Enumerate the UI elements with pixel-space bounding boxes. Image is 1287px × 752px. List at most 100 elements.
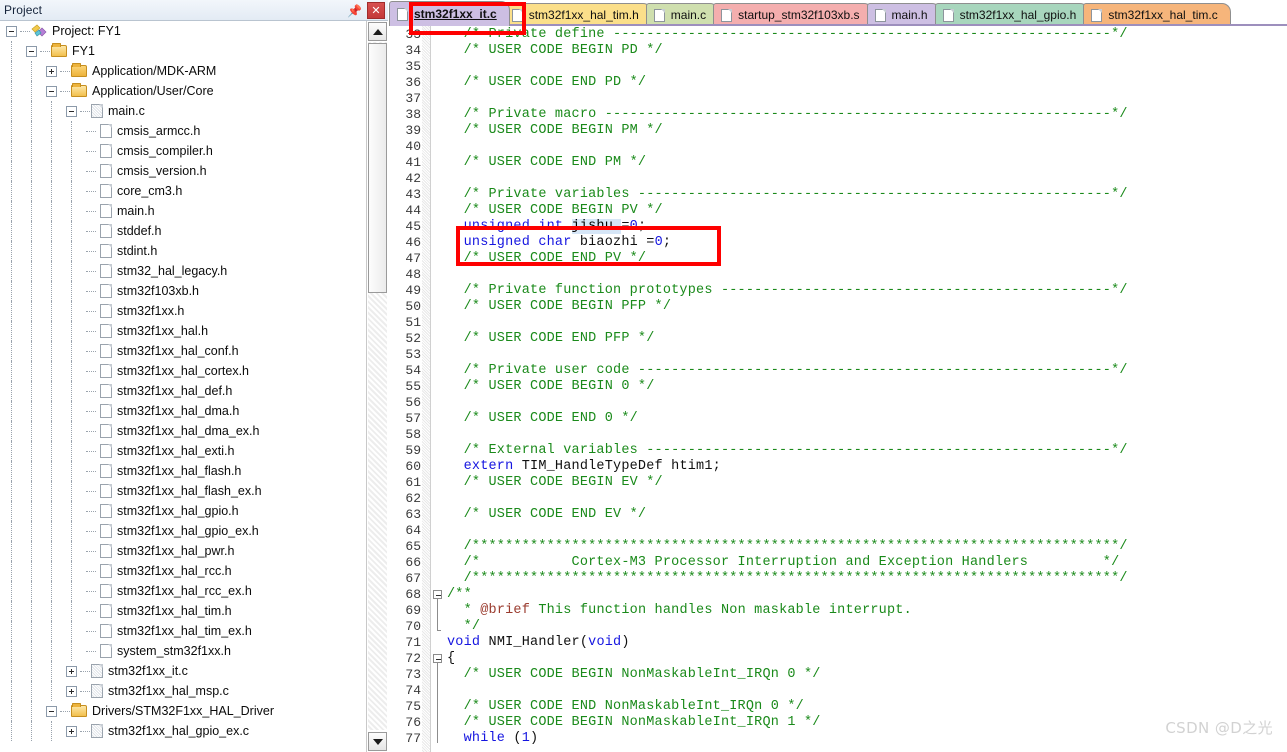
tree-item-stm32-hal-legacy-h[interactable]: stm32_hal_legacy.h: [0, 261, 366, 281]
pin-icon[interactable]: 📌: [347, 3, 362, 18]
tree-item-stm32f1xx-hal-rcc-h[interactable]: stm32f1xx_hal_rcc.h: [0, 561, 366, 581]
code-line[interactable]: 65 /************************************…: [389, 539, 1287, 555]
scroll-up-icon[interactable]: [368, 22, 387, 41]
code-text-area[interactable]: 33 /* Private define -------------------…: [389, 26, 1287, 752]
tree-item-stm32f1xx-hal-dma-h[interactable]: stm32f1xx_hal_dma.h: [0, 401, 366, 421]
code-line[interactable]: 42: [389, 171, 1287, 187]
tree-item-stdint-h[interactable]: stdint.h: [0, 241, 366, 261]
tree-item-stm32f1xx-hal-tim-h[interactable]: stm32f1xx_hal_tim.h: [0, 601, 366, 621]
tree-item-stm32f1xx-hal-flash-h[interactable]: stm32f1xx_hal_flash.h: [0, 461, 366, 481]
tree-item-stddef-h[interactable]: stddef.h: [0, 221, 366, 241]
tree-item-stm32f1xx-hal-msp-c[interactable]: stm32f1xx_hal_msp.c: [0, 681, 366, 701]
code-line[interactable]: 76 /* USER CODE BEGIN NonMaskableInt_IRQ…: [389, 715, 1287, 731]
tree-item-cmsis-armcc-h[interactable]: cmsis_armcc.h: [0, 121, 366, 141]
code-line[interactable]: 63 /* USER CODE END EV */: [389, 507, 1287, 523]
code-line[interactable]: 49 /* Private function prototypes ------…: [389, 283, 1287, 299]
code-line[interactable]: 34 /* USER CODE BEGIN PD */: [389, 43, 1287, 59]
code-line[interactable]: 61 /* USER CODE BEGIN EV */: [389, 475, 1287, 491]
code-line[interactable]: 44 /* USER CODE BEGIN PV */: [389, 203, 1287, 219]
code-line[interactable]: 77 while (1): [389, 731, 1287, 747]
tree-item-stm32f1xx-hal-rcc-ex-h[interactable]: stm32f1xx_hal_rcc_ex.h: [0, 581, 366, 601]
tree-item-main-c[interactable]: main.c: [0, 101, 366, 121]
close-icon[interactable]: ✕: [367, 2, 385, 19]
code-line[interactable]: 40: [389, 139, 1287, 155]
tree-item-main-h[interactable]: main.h: [0, 201, 366, 221]
editor-tab-stm32f1xx-it-c[interactable]: stm32f1xx_it.c: [389, 1, 510, 26]
collapse-icon[interactable]: [46, 85, 57, 97]
code-line[interactable]: 53: [389, 347, 1287, 363]
code-line[interactable]: 74: [389, 683, 1287, 699]
tree-item-stm32f1xx-hal-pwr-h[interactable]: stm32f1xx_hal_pwr.h: [0, 541, 366, 561]
tree-item-stm32f1xx-hal-def-h[interactable]: stm32f1xx_hal_def.h: [0, 381, 366, 401]
tree-item-stm32f1xx-h[interactable]: stm32f1xx.h: [0, 301, 366, 321]
tree-item-cmsis-version-h[interactable]: cmsis_version.h: [0, 161, 366, 181]
code-line[interactable]: 33 /* Private define -------------------…: [389, 27, 1287, 43]
tree-item-stm32f1xx-hal-exti-h[interactable]: stm32f1xx_hal_exti.h: [0, 441, 366, 461]
code-line[interactable]: 43 /* Private variables ----------------…: [389, 187, 1287, 203]
code-line[interactable]: 52 /* USER CODE END PFP */: [389, 331, 1287, 347]
editor-body[interactable]: 33 /* Private define -------------------…: [389, 26, 1287, 752]
code-line[interactable]: 72 {: [389, 651, 1287, 667]
code-line[interactable]: 37: [389, 91, 1287, 107]
tree-item-cmsis-compiler-h[interactable]: cmsis_compiler.h: [0, 141, 366, 161]
collapse-icon[interactable]: [6, 25, 17, 37]
code-line[interactable]: 55 /* USER CODE BEGIN 0 */: [389, 379, 1287, 395]
expand-icon[interactable]: [66, 665, 77, 677]
tree-item-stm32f1xx-hal-flash-ex-h[interactable]: stm32f1xx_hal_flash_ex.h: [0, 481, 366, 501]
code-line[interactable]: 68 /**: [389, 587, 1287, 603]
editor-tab-stm32f1xx-hal-gpio-h[interactable]: stm32f1xx_hal_gpio.h: [934, 3, 1090, 26]
code-line[interactable]: 64: [389, 523, 1287, 539]
tree-item-stm32f1xx-hal-gpio-ex-h[interactable]: stm32f1xx_hal_gpio_ex.h: [0, 521, 366, 541]
expand-icon[interactable]: [66, 685, 77, 697]
editor-tab-startup-stm32f103xb-s[interactable]: startup_stm32f103xb.s: [713, 3, 873, 26]
tree-item-core-cm3-h[interactable]: core_cm3.h: [0, 181, 366, 201]
tree-item-fy1[interactable]: FY1: [0, 41, 366, 61]
code-line[interactable]: 60 extern TIM_HandleTypeDef htim1;: [389, 459, 1287, 475]
code-line[interactable]: 35: [389, 59, 1287, 75]
code-line[interactable]: 71 void NMI_Handler(void): [389, 635, 1287, 651]
editor-tab-main-c[interactable]: main.c: [645, 3, 720, 26]
tree-item-stm32f1xx-hal-tim-ex-h[interactable]: stm32f1xx_hal_tim_ex.h: [0, 621, 366, 641]
collapse-icon[interactable]: [66, 105, 77, 117]
code-line[interactable]: 69 * @brief This function handles Non ma…: [389, 603, 1287, 619]
code-line[interactable]: 46 unsigned char biaozhi =0;: [389, 235, 1287, 251]
code-line[interactable]: 48: [389, 267, 1287, 283]
code-line[interactable]: 75 /* USER CODE END NonMaskableInt_IRQn …: [389, 699, 1287, 715]
code-line[interactable]: 67 /************************************…: [389, 571, 1287, 587]
code-line[interactable]: 36 /* USER CODE END PD */: [389, 75, 1287, 91]
code-line[interactable]: 70 */: [389, 619, 1287, 635]
tree-item-system-stm32f1xx-h[interactable]: system_stm32f1xx.h: [0, 641, 366, 661]
tree-item-stm32f1xx-hal-gpio-h[interactable]: stm32f1xx_hal_gpio.h: [0, 501, 366, 521]
expand-icon[interactable]: [46, 65, 57, 77]
code-line[interactable]: 57 /* USER CODE END 0 */: [389, 411, 1287, 427]
editor-tab-main-h[interactable]: main.h: [866, 3, 941, 26]
code-line[interactable]: 51: [389, 315, 1287, 331]
code-line[interactable]: 73 /* USER CODE BEGIN NonMaskableInt_IRQ…: [389, 667, 1287, 683]
scrollbar-thumb[interactable]: [368, 43, 387, 293]
editor-tab-stm32f1xx-hal-tim-h[interactable]: stm32f1xx_hal_tim.h: [503, 3, 652, 26]
tree-item-application-user-core[interactable]: Application/User/Core: [0, 81, 366, 101]
code-line[interactable]: 59 /* External variables ---------------…: [389, 443, 1287, 459]
tree-item-project-fy1[interactable]: Project: FY1: [0, 21, 366, 41]
tree-item-drivers-stm32f1xx-hal-driver[interactable]: Drivers/STM32F1xx_HAL_Driver: [0, 701, 366, 721]
code-line[interactable]: 41 /* USER CODE END PM */: [389, 155, 1287, 171]
code-line[interactable]: 45 unsigned int jishu =0;: [389, 219, 1287, 235]
tree-item-stm32f1xx-hal-dma-ex-h[interactable]: stm32f1xx_hal_dma_ex.h: [0, 421, 366, 441]
code-line[interactable]: 58: [389, 427, 1287, 443]
tree-item-stm32f1xx-hal-h[interactable]: stm32f1xx_hal.h: [0, 321, 366, 341]
code-line[interactable]: 66 /* Cortex-M3 Processor Interruption a…: [389, 555, 1287, 571]
code-line[interactable]: 39 /* USER CODE BEGIN PM */: [389, 123, 1287, 139]
tree-item-application-mdk-arm[interactable]: Application/MDK-ARM: [0, 61, 366, 81]
tree-item-stm32f1xx-hal-cortex-h[interactable]: stm32f1xx_hal_cortex.h: [0, 361, 366, 381]
collapse-icon[interactable]: [46, 705, 57, 717]
code-line[interactable]: 38 /* Private macro --------------------…: [389, 107, 1287, 123]
code-line[interactable]: 56: [389, 395, 1287, 411]
code-line[interactable]: 50 /* USER CODE BEGIN PFP */: [389, 299, 1287, 315]
editor-tab-stm32f1xx-hal-tim-c[interactable]: stm32f1xx_hal_tim.c: [1083, 3, 1231, 26]
tree-item-stm32f103xb-h[interactable]: stm32f103xb.h: [0, 281, 366, 301]
code-line[interactable]: 54 /* Private user code ----------------…: [389, 363, 1287, 379]
editor-tab-bar[interactable]: stm32f1xx_it.c stm32f1xx_hal_tim.h main.c s…: [389, 0, 1287, 26]
project-tree[interactable]: Project: FY1 FY1 Application/MDK-ARM Applic…: [0, 21, 366, 752]
tree-item-stm32f1xx-hal-conf-h[interactable]: stm32f1xx_hal_conf.h: [0, 341, 366, 361]
code-line[interactable]: 62: [389, 491, 1287, 507]
